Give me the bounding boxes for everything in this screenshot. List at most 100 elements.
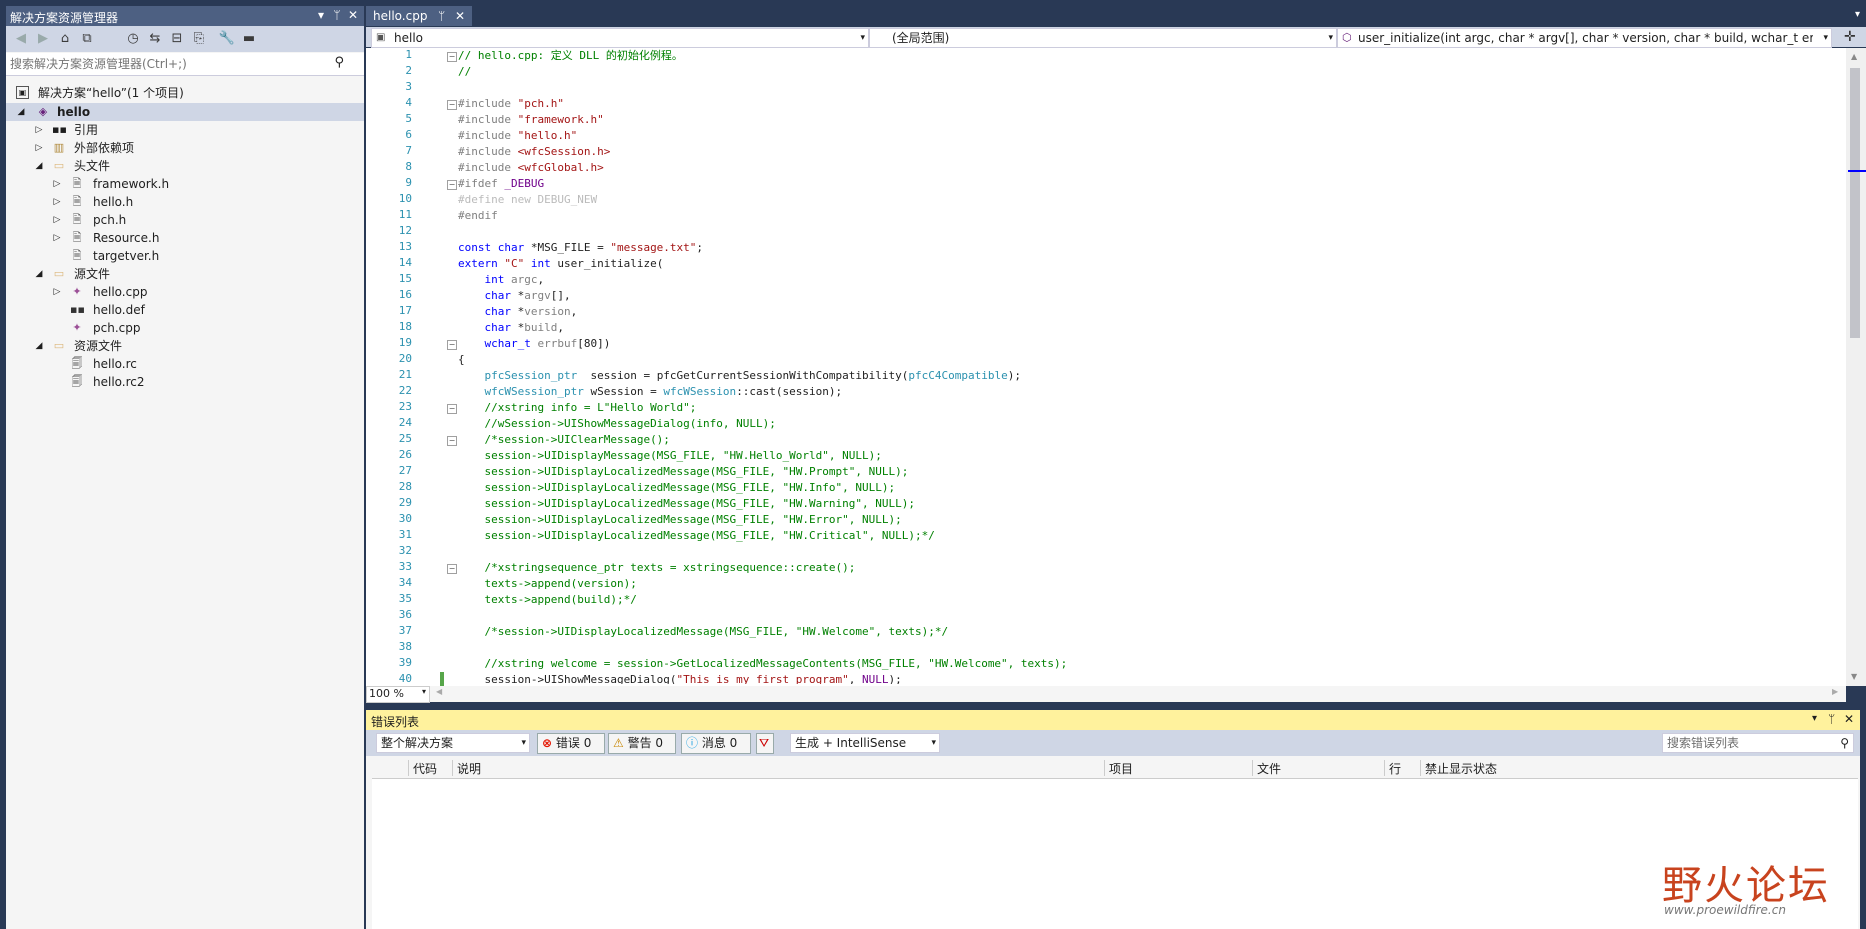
line-number: 16 (398, 288, 412, 301)
back-icon[interactable]: ◀ (12, 30, 30, 48)
collapsed-arrow-icon[interactable]: ▷ (52, 283, 62, 301)
fold-toggle[interactable]: − (447, 100, 457, 110)
split-window-icon[interactable]: ✛ (1844, 29, 1856, 45)
tree-node-file[interactable]: ▷ ✦ hello.cpp (6, 283, 364, 301)
preview-icon[interactable]: ▬ (240, 30, 258, 48)
code-editor[interactable]: 1 2 3 4 5 6 7 8 9 10 11 12 13 14 15 16 1… (366, 48, 1866, 686)
tree-node-source-files[interactable]: ◢ ▭ 源文件 (6, 265, 364, 283)
tab-hello-cpp[interactable]: hello.cpp ᛘ ✕ (366, 6, 472, 26)
code-text[interactable]: // hello.cpp: 定义 DLL 的初始化例程。 // #include… (458, 48, 1838, 684)
pending-changes-icon[interactable]: ◷ (124, 30, 142, 48)
expanded-arrow-icon[interactable]: ◢ (16, 103, 26, 121)
line-number: 7 (405, 144, 412, 157)
tree-solution[interactable]: ▣ 解决方案“hello”(1 个项目) (16, 84, 356, 102)
error-search-box[interactable]: 搜索错误列表 ⚲ (1662, 733, 1854, 753)
warnings-toggle[interactable]: ⚠ 警告 0 (608, 733, 676, 754)
editor-vertical-scrollbar[interactable]: ▲ ▼ (1846, 48, 1866, 686)
tree-node-file[interactable]: ✦ pch.cpp (6, 319, 364, 337)
errors-toggle[interactable]: ⊗ 错误 0 (537, 733, 605, 754)
tab-overflow-icon[interactable]: ▾ (1855, 9, 1860, 20)
fold-toggle[interactable]: − (447, 340, 457, 350)
scroll-up-icon[interactable]: ▲ (1851, 52, 1857, 61)
solution-explorer-search[interactable]: ⚲ (6, 53, 364, 76)
filter-button[interactable]: ⛛ (756, 733, 774, 754)
messages-toggle[interactable]: ⓘ 消息 0 (681, 733, 751, 754)
close-icon[interactable]: ✕ (1844, 712, 1854, 726)
sync-icon[interactable]: ⇆ (146, 30, 164, 48)
tree-node-file[interactable]: ▷ 🗎 Resource.h (6, 229, 364, 247)
forward-icon[interactable]: ▶ (34, 30, 52, 48)
collapsed-arrow-icon[interactable]: ▷ (52, 175, 62, 193)
collapsed-arrow-icon[interactable]: ▷ (34, 121, 44, 139)
column-file[interactable]: 文件 (1252, 760, 1381, 776)
fold-toggle[interactable]: − (447, 564, 457, 574)
tree-node-file[interactable]: ▷ 🗎 framework.h (6, 175, 364, 193)
scrollbar-thumb[interactable] (1850, 68, 1860, 338)
fold-toggle[interactable]: − (447, 404, 457, 414)
close-icon[interactable]: ✕ (346, 8, 360, 22)
column-suppression[interactable]: 禁止显示状态 (1420, 760, 1545, 776)
expanded-arrow-icon[interactable]: ◢ (34, 157, 44, 175)
line-number: 12 (398, 224, 412, 237)
tree-node-label: hello.h (93, 195, 134, 209)
search-icon[interactable]: ⚲ (334, 55, 344, 70)
scroll-left-icon[interactable]: ◀ (436, 687, 442, 696)
tree-node-file[interactable]: ▷ 🗎 pch.h (6, 211, 364, 229)
column-code[interactable]: 代码 (408, 760, 449, 776)
filter-icon: ⛛ (759, 736, 770, 750)
collapsed-arrow-icon[interactable]: ▷ (52, 193, 62, 211)
solution-search-input[interactable] (8, 55, 332, 73)
column-line[interactable]: 行 (1384, 760, 1419, 776)
member-dropdown[interactable]: ⬡ user_initialize(int argc, char * argv[… (1337, 28, 1832, 48)
scope-dropdown[interactable]: (全局范围) ▾ (869, 28, 1337, 48)
chevron-down-icon: ▾ (421, 687, 426, 696)
collapsed-arrow-icon[interactable]: ▷ (34, 139, 44, 157)
tree-node-file[interactable]: 🗐 hello.rc2 (6, 373, 364, 391)
scope-filter-dropdown[interactable]: 整个解决方案 ▾ (376, 733, 530, 753)
project-dropdown[interactable]: ▣ hello ▾ (371, 28, 869, 48)
scroll-right-icon[interactable]: ▶ (1832, 687, 1838, 696)
collapsed-arrow-icon[interactable]: ▷ (52, 211, 62, 229)
expanded-arrow-icon[interactable]: ◢ (34, 265, 44, 283)
tree-node-file[interactable]: ▷ 🗎 hello.h (6, 193, 364, 211)
tree-node-external-deps[interactable]: ▷ ▥ 外部依赖项 (6, 139, 364, 157)
switch-views-icon[interactable]: ⧉ (78, 30, 96, 48)
pin-icon[interactable]: ᛘ (1828, 712, 1835, 726)
fold-toggle[interactable]: − (447, 180, 457, 190)
tree-node-file[interactable]: 🗐 hello.rc (6, 355, 364, 373)
pin-icon[interactable]: ᛘ (330, 8, 344, 22)
line-number: 1 (405, 48, 412, 61)
column-line-label: 行 (1389, 762, 1402, 776)
build-filter-dropdown[interactable]: 生成 + IntelliSense ▾ (790, 733, 940, 753)
dropdown-icon[interactable]: ▾ (1812, 713, 1817, 724)
home-icon[interactable]: ⌂ (56, 30, 74, 48)
show-all-files-icon[interactable]: ⎘ (190, 30, 208, 48)
tree-node-label: framework.h (93, 177, 170, 191)
line-number: 4 (405, 96, 412, 109)
collapse-all-icon[interactable]: ⊟ (168, 30, 186, 48)
expanded-arrow-icon[interactable]: ◢ (34, 337, 44, 355)
line-number: 27 (398, 464, 412, 477)
cpp-file-icon: ✦ (72, 285, 82, 298)
tree-node-resource-files[interactable]: ◢ ▭ 资源文件 (6, 337, 364, 355)
tree-node-header-files[interactable]: ◢ ▭ 头文件 (6, 157, 364, 175)
dropdown-icon[interactable]: ▾ (314, 8, 328, 22)
properties-icon[interactable]: 🔧 (218, 30, 236, 48)
tree-node-file[interactable]: 🗎 targetver.h (6, 247, 364, 265)
scroll-down-icon[interactable]: ▼ (1851, 672, 1857, 681)
column-project[interactable]: 项目 (1104, 760, 1249, 776)
fold-toggle[interactable]: − (447, 52, 457, 62)
tree-node-file[interactable]: ▪▪ hello.def (6, 301, 364, 319)
tree-node-references[interactable]: ▷ ▪▪ 引用 (6, 121, 364, 139)
close-tab-icon[interactable]: ✕ (455, 9, 465, 23)
column-description[interactable]: 说明 (452, 760, 1097, 776)
collapsed-arrow-icon[interactable]: ▷ (52, 229, 62, 247)
column-type[interactable] (372, 760, 406, 776)
tree-project-hello[interactable]: ◢ ◈ hello (6, 103, 364, 121)
pin-icon[interactable]: ᛘ (438, 9, 445, 23)
tree-solution-label: 解决方案“hello”(1 个项目) (38, 86, 184, 100)
search-icon[interactable]: ⚲ (1840, 734, 1849, 752)
fold-toggle[interactable]: − (447, 436, 457, 446)
zoom-dropdown[interactable]: 100 % ▾ (366, 686, 430, 703)
column-file-label: 文件 (1257, 762, 1282, 776)
